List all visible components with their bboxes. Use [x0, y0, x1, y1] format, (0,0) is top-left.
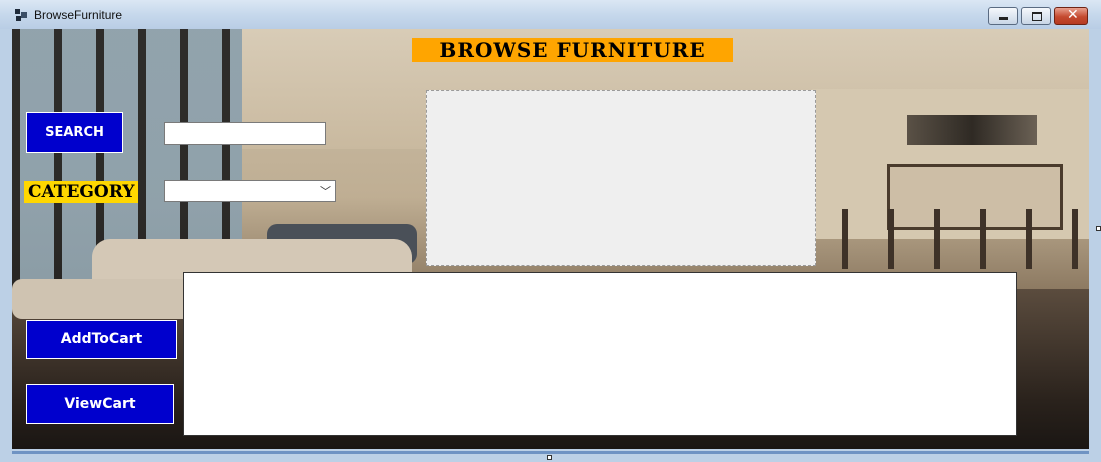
close-icon: ✕: [1067, 7, 1079, 23]
window-title: BrowseFurniture: [34, 8, 123, 22]
maximize-button[interactable]: [1021, 7, 1051, 25]
search-button[interactable]: SEARCH: [26, 112, 123, 153]
minimize-icon: [999, 17, 1008, 20]
view-cart-button[interactable]: ViewCart: [26, 384, 174, 424]
maximize-icon: [1032, 12, 1042, 21]
add-to-cart-button[interactable]: AddToCart: [26, 320, 177, 359]
furniture-picture-box: [426, 90, 816, 266]
furniture-data-grid[interactable]: [183, 272, 1017, 436]
resize-handle-right[interactable]: [1096, 226, 1101, 231]
page-title: BROWSE FURNITURE: [412, 38, 733, 62]
search-input[interactable]: [164, 122, 326, 145]
category-label: CATEGORY: [24, 181, 139, 203]
browse-furniture-window: BrowseFurniture ✕ BROWSE FURNITURE SEARC…: [0, 0, 1101, 462]
resize-handle-bottom[interactable]: [547, 455, 552, 460]
title-bar[interactable]: BrowseFurniture ✕: [0, 0, 1101, 29]
category-dropdown[interactable]: ﹀: [164, 180, 336, 202]
close-button[interactable]: ✕: [1054, 7, 1088, 25]
chevron-down-icon: ﹀: [320, 186, 331, 198]
minimize-button[interactable]: [988, 7, 1018, 25]
app-icon: [15, 9, 27, 21]
